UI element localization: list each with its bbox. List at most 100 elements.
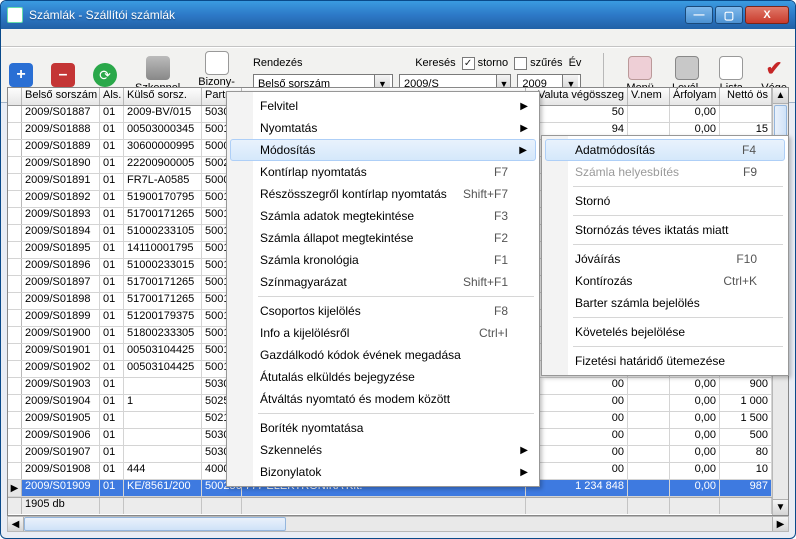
rendezes-label: Rendezés xyxy=(253,57,303,69)
cell-als: 01 xyxy=(100,310,124,326)
scroll-left-icon[interactable]: ◀ xyxy=(8,517,24,531)
cell-belso: 2009/S01899 xyxy=(22,310,100,326)
cell-netto: 10 xyxy=(720,463,772,479)
cell-als: 01 xyxy=(100,191,124,207)
cell-als: 01 xyxy=(100,361,124,377)
cell-kulso: FR7L-A0585 xyxy=(124,174,202,190)
status-row: 1905 db xyxy=(8,497,788,514)
storno-checkbox[interactable]: ✓storno xyxy=(462,57,509,70)
menu-adatmodositas[interactable]: AdatmódosításF4 xyxy=(545,139,785,161)
cell-arf: 0,00 xyxy=(670,395,720,411)
horizontal-scrollbar[interactable]: ◀ ▶ xyxy=(7,516,789,532)
refresh-button[interactable] xyxy=(93,63,117,87)
col-arfolyam[interactable]: Árfolyam xyxy=(670,88,720,105)
menu-szamla-adatok[interactable]: Számla adatok megtekintéseF3 xyxy=(230,205,536,227)
col-kulso-sorsz[interactable]: Külső sorsz. xyxy=(124,88,202,105)
cell-als: 01 xyxy=(100,157,124,173)
cell-netto: 1 000 xyxy=(720,395,772,411)
menu-separator xyxy=(573,186,783,187)
cell-kulso xyxy=(124,378,202,394)
cell-netto: 80 xyxy=(720,446,772,462)
cell-kulso: 51200179375 xyxy=(124,310,202,326)
menu-separator xyxy=(573,346,783,347)
cell-vnem xyxy=(628,395,670,411)
context-menu[interactable]: Felvitel▶ Nyomtatás▶ Módosítás▶ Kontírla… xyxy=(226,91,540,487)
menu-storno[interactable]: Stornó xyxy=(545,190,785,212)
cell-belso: 2009/S01891 xyxy=(22,174,100,190)
add-button[interactable] xyxy=(9,63,33,87)
scroll-down-icon[interactable]: ▼ xyxy=(773,499,788,515)
menu-felvitel[interactable]: Felvitel▶ xyxy=(230,95,536,117)
cell-belso: 2009/S01887 xyxy=(22,106,100,122)
cell-belso: 2009/S01896 xyxy=(22,259,100,275)
cell-valveg: 00 xyxy=(526,446,628,462)
cell-belso: 2009/S01905 xyxy=(22,412,100,428)
menu-kontirozas[interactable]: KontírozásCtrl+K xyxy=(545,270,785,292)
menu-kontirlap[interactable]: Kontírlap nyomtatásF7 xyxy=(230,161,536,183)
remove-button[interactable] xyxy=(51,63,75,87)
menu-gazdalkodo[interactable]: Gazdálkodó kódok évének megadása xyxy=(230,344,536,366)
cell-valveg: 50 xyxy=(526,106,628,122)
submenu-modositas[interactable]: AdatmódosításF4 Számla helyesbítésF9 Sto… xyxy=(541,135,789,376)
cell-kulso: 00503104425 xyxy=(124,361,202,377)
menu-storno-teves[interactable]: Stornózás téves iktatás miatt xyxy=(545,219,785,241)
cell-belso: 2009/S01903 xyxy=(22,378,100,394)
cell-arf: 0,00 xyxy=(670,378,720,394)
cell-als: 01 xyxy=(100,225,124,241)
menu-info[interactable]: Info a kijelölésrőlCtrl+I xyxy=(230,322,536,344)
scroll-right-icon[interactable]: ▶ xyxy=(772,517,788,531)
menu-koveteles[interactable]: Követelés bejelölése xyxy=(545,321,785,343)
cell-belso: 2009/S01909 xyxy=(22,480,100,496)
scroll-up-icon[interactable]: ▲ xyxy=(773,88,788,104)
cell-kulso: 00503000345 xyxy=(124,123,202,139)
menu-boritek[interactable]: Boríték nyomtatása xyxy=(230,417,536,439)
menu-szinmagyarazat[interactable]: SzínmagyarázatShift+F1 xyxy=(230,271,536,293)
cell-als: 01 xyxy=(100,259,124,275)
cell-kulso: 51700171265 xyxy=(124,293,202,309)
cell-als: 01 xyxy=(100,412,124,428)
col-belso-sorszam[interactable]: Belső sorszám xyxy=(22,88,100,105)
scroll-thumb[interactable] xyxy=(24,517,286,531)
cell-kulso: 00503104425 xyxy=(124,344,202,360)
printer-icon xyxy=(675,56,699,80)
col-netto-os[interactable]: Nettó ös xyxy=(720,88,772,105)
menu-modositas[interactable]: Módosítás▶ xyxy=(230,139,536,161)
cell-belso: 2009/S01906 xyxy=(22,429,100,445)
menu-jovairas[interactable]: JóváírásF10 xyxy=(545,248,785,270)
menu-szamla-allapot[interactable]: Számla állapot megtekintéseF2 xyxy=(230,227,536,249)
menu-separator xyxy=(573,244,783,245)
status-count: 1905 db xyxy=(22,498,100,514)
menu-nyomtatas[interactable]: Nyomtatás▶ xyxy=(230,117,536,139)
cell-als: 01 xyxy=(100,429,124,445)
cell-kulso: 2009-BV/015 xyxy=(124,106,202,122)
cell-valveg: 00 xyxy=(526,429,628,445)
cell-belso: 2009/S01898 xyxy=(22,293,100,309)
kereses-label: Keresés xyxy=(415,57,455,69)
cell-kulso: 1 xyxy=(124,395,202,411)
menu-atvaltas[interactable]: Átváltás nyomtató és modem között xyxy=(230,388,536,410)
maximize-button[interactable]: ▢ xyxy=(715,6,743,24)
cell-arf: 0,00 xyxy=(670,446,720,462)
cell-vnem xyxy=(628,412,670,428)
plus-icon xyxy=(9,63,33,87)
close-button[interactable]: X xyxy=(745,6,789,24)
menu-fizhat[interactable]: Fizetési határidő ütemezése xyxy=(545,350,785,372)
minimize-button[interactable]: — xyxy=(685,6,713,24)
col-vnem[interactable]: V.nem xyxy=(628,88,670,105)
menu-bizonylatok[interactable]: Bizonylatok▶ xyxy=(230,461,536,483)
cell-kulso: 22200900005 xyxy=(124,157,202,173)
menu-kronologia[interactable]: Számla kronológiaF1 xyxy=(230,249,536,271)
menu-reszosszeg[interactable]: Részösszegről kontírlap nyomtatásShift+F… xyxy=(230,183,536,205)
menu-atutalas[interactable]: Átutalás elküldés bejegyzése xyxy=(230,366,536,388)
szures-checkbox[interactable]: szűrés xyxy=(514,57,562,70)
menu-csoportos[interactable]: Csoportos kijelölésF8 xyxy=(230,300,536,322)
menu-szkenneles[interactable]: Szkennelés▶ xyxy=(230,439,536,461)
col-als[interactable]: Als. xyxy=(100,88,124,105)
cell-als: 01 xyxy=(100,106,124,122)
cell-kulso: 51000233015 xyxy=(124,259,202,275)
cell-kulso: 30600000995 xyxy=(124,140,202,156)
menu-barter[interactable]: Barter számla bejelölés xyxy=(545,292,785,314)
app-icon xyxy=(7,7,23,23)
cell-valveg: 1 234 848 xyxy=(526,480,628,496)
col-valuta-vegosszeg[interactable]: Valuta végösszeg xyxy=(526,88,628,105)
